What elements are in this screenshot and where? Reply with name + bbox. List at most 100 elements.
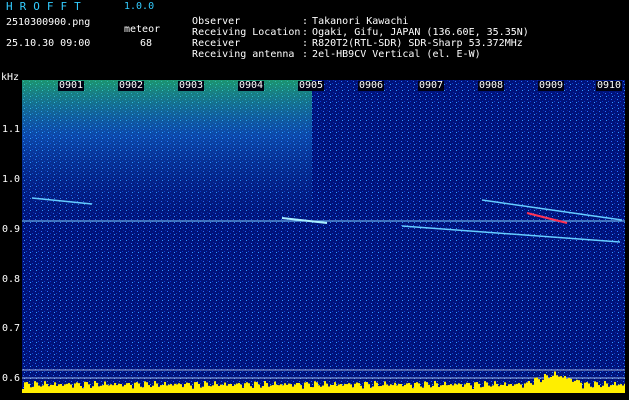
audio-level-bar — [328, 386, 330, 393]
audio-level-bar — [312, 387, 314, 393]
audio-level-bar — [538, 379, 540, 393]
audio-level-bar — [576, 379, 578, 393]
audio-level-bar — [506, 385, 508, 393]
audio-level-bar — [184, 384, 186, 393]
time-tick-label: 0902 — [118, 80, 145, 91]
audio-level-bar — [498, 386, 500, 393]
audio-level-bar — [376, 382, 378, 393]
audio-level-bar — [434, 381, 436, 393]
audio-level-bar — [154, 381, 156, 393]
audio-level-bar — [300, 385, 302, 393]
audio-level-bar — [96, 382, 98, 393]
audio-level-bar — [410, 384, 412, 393]
audio-level-bar — [176, 384, 178, 393]
audio-level-bar — [116, 385, 118, 393]
audio-level-bar — [168, 384, 170, 393]
audio-level-bar — [356, 382, 358, 393]
interference-band — [22, 80, 312, 240]
audio-level-bar — [262, 386, 264, 393]
audio-level-bar — [310, 386, 312, 393]
audio-level-bar — [166, 385, 168, 393]
audio-level-bar — [486, 382, 488, 393]
audio-level-bar — [24, 382, 26, 393]
audio-level-bar — [26, 382, 28, 393]
time-tick-label: 0907 — [418, 80, 445, 91]
audio-level-bar — [568, 377, 570, 393]
audio-level-bar — [232, 386, 234, 393]
audio-level-bar — [562, 377, 564, 393]
audio-level-bar — [346, 384, 348, 393]
audio-level-bar — [324, 381, 326, 393]
audio-level-bar — [298, 383, 300, 393]
audio-level-bar — [400, 384, 402, 393]
y-tick-label: 1.0 — [2, 174, 21, 185]
audio-level-bar — [502, 385, 504, 393]
audio-level-bar — [512, 385, 514, 393]
audio-level-bar — [94, 381, 96, 393]
audio-level-bar — [532, 384, 534, 393]
audio-level-bar — [370, 387, 372, 393]
audio-level-bar — [172, 385, 174, 393]
audio-level-bar — [56, 385, 58, 393]
audio-level-bar — [556, 375, 558, 393]
audio-level-bar — [378, 386, 380, 393]
audio-level-bar — [348, 383, 350, 393]
audio-level-bar — [246, 382, 248, 393]
audio-level-bar — [612, 385, 614, 393]
audio-level-bar — [492, 385, 494, 393]
audio-level-bar — [186, 382, 188, 393]
audio-level-bar — [442, 385, 444, 393]
audio-level-bar — [100, 385, 102, 393]
audio-level-bar — [606, 383, 608, 393]
audio-level-bar — [438, 386, 440, 393]
audio-level-bar — [198, 383, 200, 393]
time-tick-label: 0908 — [478, 80, 505, 91]
audio-level-bar — [240, 384, 242, 393]
audio-level-bar — [586, 382, 588, 393]
audio-level-bar — [250, 386, 252, 393]
audio-level-bar — [338, 384, 340, 393]
audio-level-bar — [208, 385, 210, 393]
audio-level-bar — [242, 387, 244, 393]
audio-level-bar — [152, 385, 154, 393]
audio-level-bar — [510, 384, 512, 393]
audio-level-bar — [430, 387, 432, 393]
audio-level-bar — [108, 385, 110, 393]
audio-level-bar — [320, 386, 322, 393]
audio-level-bar — [494, 381, 496, 393]
audio-level-bar — [474, 382, 476, 393]
audio-level-bar — [610, 385, 612, 393]
audio-level-bar — [464, 384, 466, 393]
audio-level-bar — [192, 388, 194, 393]
audio-level-bar — [32, 386, 34, 393]
meteor-count: 68 — [140, 38, 153, 49]
audio-level-bar — [304, 382, 306, 393]
audio-level-bar — [222, 385, 224, 393]
audio-level-bar — [390, 384, 392, 393]
time-tick-label: 0903 — [178, 80, 205, 91]
audio-level-bar — [72, 387, 74, 393]
y-tick-label: 0.7 — [2, 323, 21, 334]
audio-level-bar — [490, 386, 492, 393]
audio-level-bar — [318, 385, 320, 393]
audio-level-bar — [520, 384, 522, 393]
audio-level-bar — [170, 384, 172, 393]
audio-level-bar — [34, 381, 36, 393]
audio-level-bar — [130, 384, 132, 393]
audio-level-bar — [366, 382, 368, 393]
audio-level-bar — [436, 383, 438, 393]
audio-level-bar — [302, 388, 304, 393]
audio-level-bar — [424, 381, 426, 393]
audio-level-bar — [42, 385, 44, 393]
audio-level-bar — [598, 385, 600, 393]
audio-level-bar — [322, 385, 324, 393]
audio-level-bar — [286, 384, 288, 393]
audio-level-bar — [572, 381, 574, 393]
audio-level-bar — [236, 383, 238, 393]
audio-level-bar — [508, 384, 510, 393]
audio-level-bar — [136, 382, 138, 393]
audio-level-bar — [230, 384, 232, 393]
audio-level-bar — [44, 381, 46, 393]
audio-level-bar — [524, 383, 526, 393]
audio-level-bar — [228, 384, 230, 393]
